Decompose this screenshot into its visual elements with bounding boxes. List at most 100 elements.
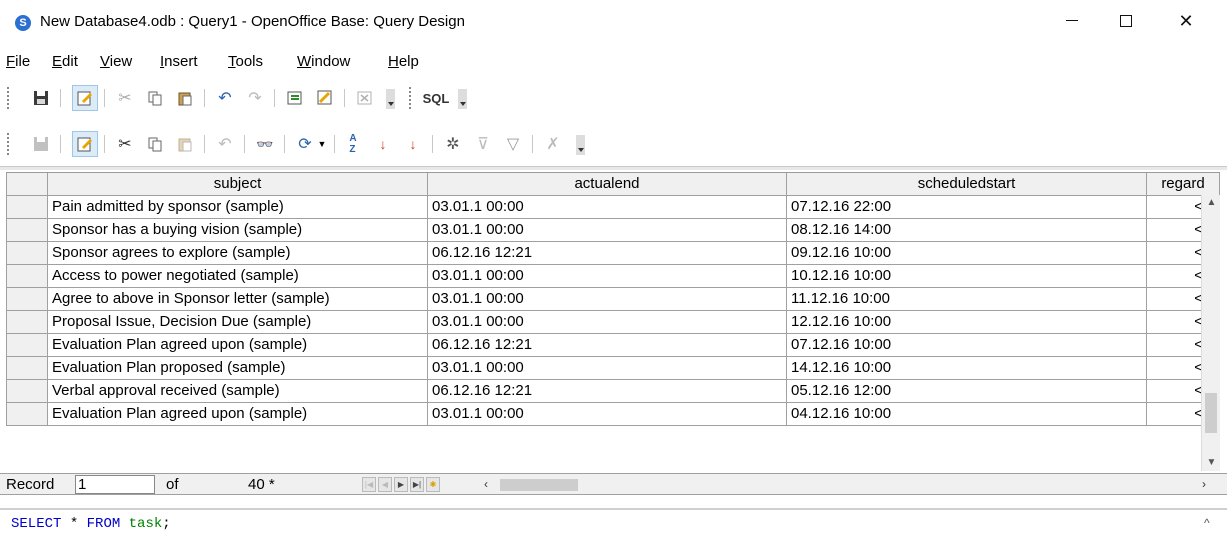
toolbar-grip[interactable] (409, 87, 412, 109)
cell-scheduledstart[interactable]: 04.12.16 10:00 (787, 403, 1147, 426)
close-button[interactable]: ✕ (1163, 6, 1209, 36)
last-record-button[interactable]: ▶| (410, 477, 424, 492)
scroll-left-icon[interactable]: ‹ (478, 475, 494, 494)
cell-scheduledstart[interactable]: 08.12.16 14:00 (787, 219, 1147, 242)
cell-subject[interactable]: Access to power negotiated (sample) (48, 265, 428, 288)
row-handle[interactable] (6, 334, 48, 357)
toolbar-overflow-button[interactable] (576, 135, 585, 155)
row-handle[interactable] (6, 311, 48, 334)
column-header-subject[interactable]: subject (48, 173, 428, 196)
toolbar-overflow-button[interactable] (386, 89, 395, 109)
row-handle[interactable] (6, 403, 48, 426)
cell-subject[interactable]: Agree to above in Sponsor letter (sample… (48, 288, 428, 311)
cell-scheduledstart[interactable]: 11.12.16 10:00 (787, 288, 1147, 311)
reset-filter-button[interactable]: ✗ (540, 131, 566, 157)
cell-subject[interactable]: Verbal approval received (sample) (48, 380, 428, 403)
header-corner[interactable] (6, 173, 48, 196)
vertical-scrollbar[interactable]: ▲ ▼ (1201, 195, 1220, 471)
cell-subject[interactable]: Pain admitted by sponsor (sample) (48, 196, 428, 219)
cell-actualend[interactable]: 06.12.16 12:21 (428, 380, 787, 403)
column-header-scheduledstart[interactable]: scheduledstart (787, 173, 1147, 196)
sort-button[interactable]: AZ (340, 131, 366, 157)
row-handle[interactable] (6, 242, 48, 265)
find-record-button[interactable]: 👓 (252, 131, 278, 157)
design-view-button[interactable] (312, 85, 338, 111)
horizontal-scrollbar[interactable]: ‹ › (472, 475, 1220, 494)
toolbar-overflow-button[interactable] (458, 89, 467, 109)
cut-button[interactable]: ✂ (112, 85, 138, 111)
refresh-button[interactable]: ⟳ (292, 131, 318, 157)
cell-subject[interactable]: Proposal Issue, Decision Due (sample) (48, 311, 428, 334)
autofilter-button[interactable]: ✲ (440, 131, 466, 157)
save-record-button[interactable] (28, 131, 54, 157)
undo-button[interactable]: ↶ (212, 85, 238, 111)
row-handle[interactable] (6, 357, 48, 380)
paste-data-button[interactable] (172, 131, 198, 157)
scroll-up-icon[interactable]: ^ (1204, 516, 1210, 530)
cell-subject[interactable]: Evaluation Plan proposed (sample) (48, 357, 428, 380)
column-header-regard[interactable]: regard (1147, 173, 1220, 196)
scroll-up-icon[interactable]: ▲ (1202, 195, 1221, 211)
cell-scheduledstart[interactable]: 07.12.16 10:00 (787, 334, 1147, 357)
paste-button[interactable] (172, 85, 198, 111)
apply-filter-button[interactable]: ⊽ (470, 131, 496, 157)
cell-actualend[interactable]: 06.12.16 12:21 (428, 242, 787, 265)
cell-subject[interactable]: Evaluation Plan agreed upon (sample) (48, 334, 428, 357)
next-record-button[interactable]: ▶ (394, 477, 408, 492)
menu-edit[interactable]: Edit (52, 53, 78, 70)
refresh-dropdown-button[interactable]: ▼ (316, 131, 328, 157)
sort-ascending-button[interactable]: ↓ (370, 131, 396, 157)
scroll-right-icon[interactable]: › (1196, 475, 1212, 494)
cut-data-button[interactable]: ✂ (112, 131, 138, 157)
horizontal-scroll-thumb[interactable] (500, 479, 578, 491)
menu-help[interactable]: Help (388, 53, 419, 70)
cell-scheduledstart[interactable]: 10.12.16 10:00 (787, 265, 1147, 288)
standard-filter-button[interactable]: ▽ (500, 131, 526, 157)
cell-scheduledstart[interactable]: 07.12.16 22:00 (787, 196, 1147, 219)
row-handle[interactable] (6, 219, 48, 242)
first-record-button[interactable]: |◀ (362, 477, 376, 492)
toolbar-grip[interactable] (7, 87, 10, 109)
cell-actualend[interactable]: 03.01.1 00:00 (428, 265, 787, 288)
sql-statement[interactable]: SELECT * FROM task; (11, 516, 171, 532)
menu-view[interactable]: View (100, 53, 132, 70)
cell-actualend[interactable]: 03.01.1 00:00 (428, 196, 787, 219)
new-record-button[interactable]: ✱ (426, 477, 440, 492)
sort-descending-button[interactable]: ↓ (400, 131, 426, 157)
row-handle[interactable] (6, 265, 48, 288)
row-handle[interactable] (6, 288, 48, 311)
row-handle[interactable] (6, 196, 48, 219)
previous-record-button[interactable]: ◀ (378, 477, 392, 492)
sql-editor[interactable]: SELECT * FROM task; ^ (0, 508, 1227, 546)
copy-data-button[interactable] (142, 131, 168, 157)
scroll-down-icon[interactable]: ▼ (1202, 455, 1221, 471)
cell-actualend[interactable]: 06.12.16 12:21 (428, 334, 787, 357)
cell-subject[interactable]: Evaluation Plan agreed upon (sample) (48, 403, 428, 426)
cell-scheduledstart[interactable]: 14.12.16 10:00 (787, 357, 1147, 380)
menu-insert[interactable]: Insert (160, 53, 198, 70)
column-header-actualend[interactable]: actualend (428, 173, 787, 196)
vertical-scroll-thumb[interactable] (1205, 393, 1217, 433)
cell-actualend[interactable]: 03.01.1 00:00 (428, 219, 787, 242)
cell-subject[interactable]: Sponsor agrees to explore (sample) (48, 242, 428, 265)
edit-data-button[interactable] (72, 131, 98, 157)
cell-subject[interactable]: Sponsor has a buying vision (sample) (48, 219, 428, 242)
cell-actualend[interactable]: 03.01.1 00:00 (428, 357, 787, 380)
clear-query-button[interactable] (352, 85, 378, 111)
cell-actualend[interactable]: 03.01.1 00:00 (428, 311, 787, 334)
record-number-field[interactable]: 1 (75, 475, 155, 494)
menu-window[interactable]: Window (297, 53, 350, 70)
cell-scheduledstart[interactable]: 09.12.16 10:00 (787, 242, 1147, 265)
menu-tools[interactable]: Tools (228, 53, 263, 70)
cell-scheduledstart[interactable]: 12.12.16 10:00 (787, 311, 1147, 334)
minimize-button[interactable] (1049, 6, 1095, 36)
toolbar-grip[interactable] (7, 133, 10, 155)
run-query-button[interactable] (282, 85, 308, 111)
undo-data-button[interactable]: ↶ (212, 131, 238, 157)
cell-actualend[interactable]: 03.01.1 00:00 (428, 288, 787, 311)
save-button[interactable] (28, 85, 54, 111)
row-handle[interactable] (6, 380, 48, 403)
menu-file[interactable]: File (6, 53, 30, 70)
pane-splitter[interactable] (0, 166, 1227, 170)
cell-scheduledstart[interactable]: 05.12.16 12:00 (787, 380, 1147, 403)
